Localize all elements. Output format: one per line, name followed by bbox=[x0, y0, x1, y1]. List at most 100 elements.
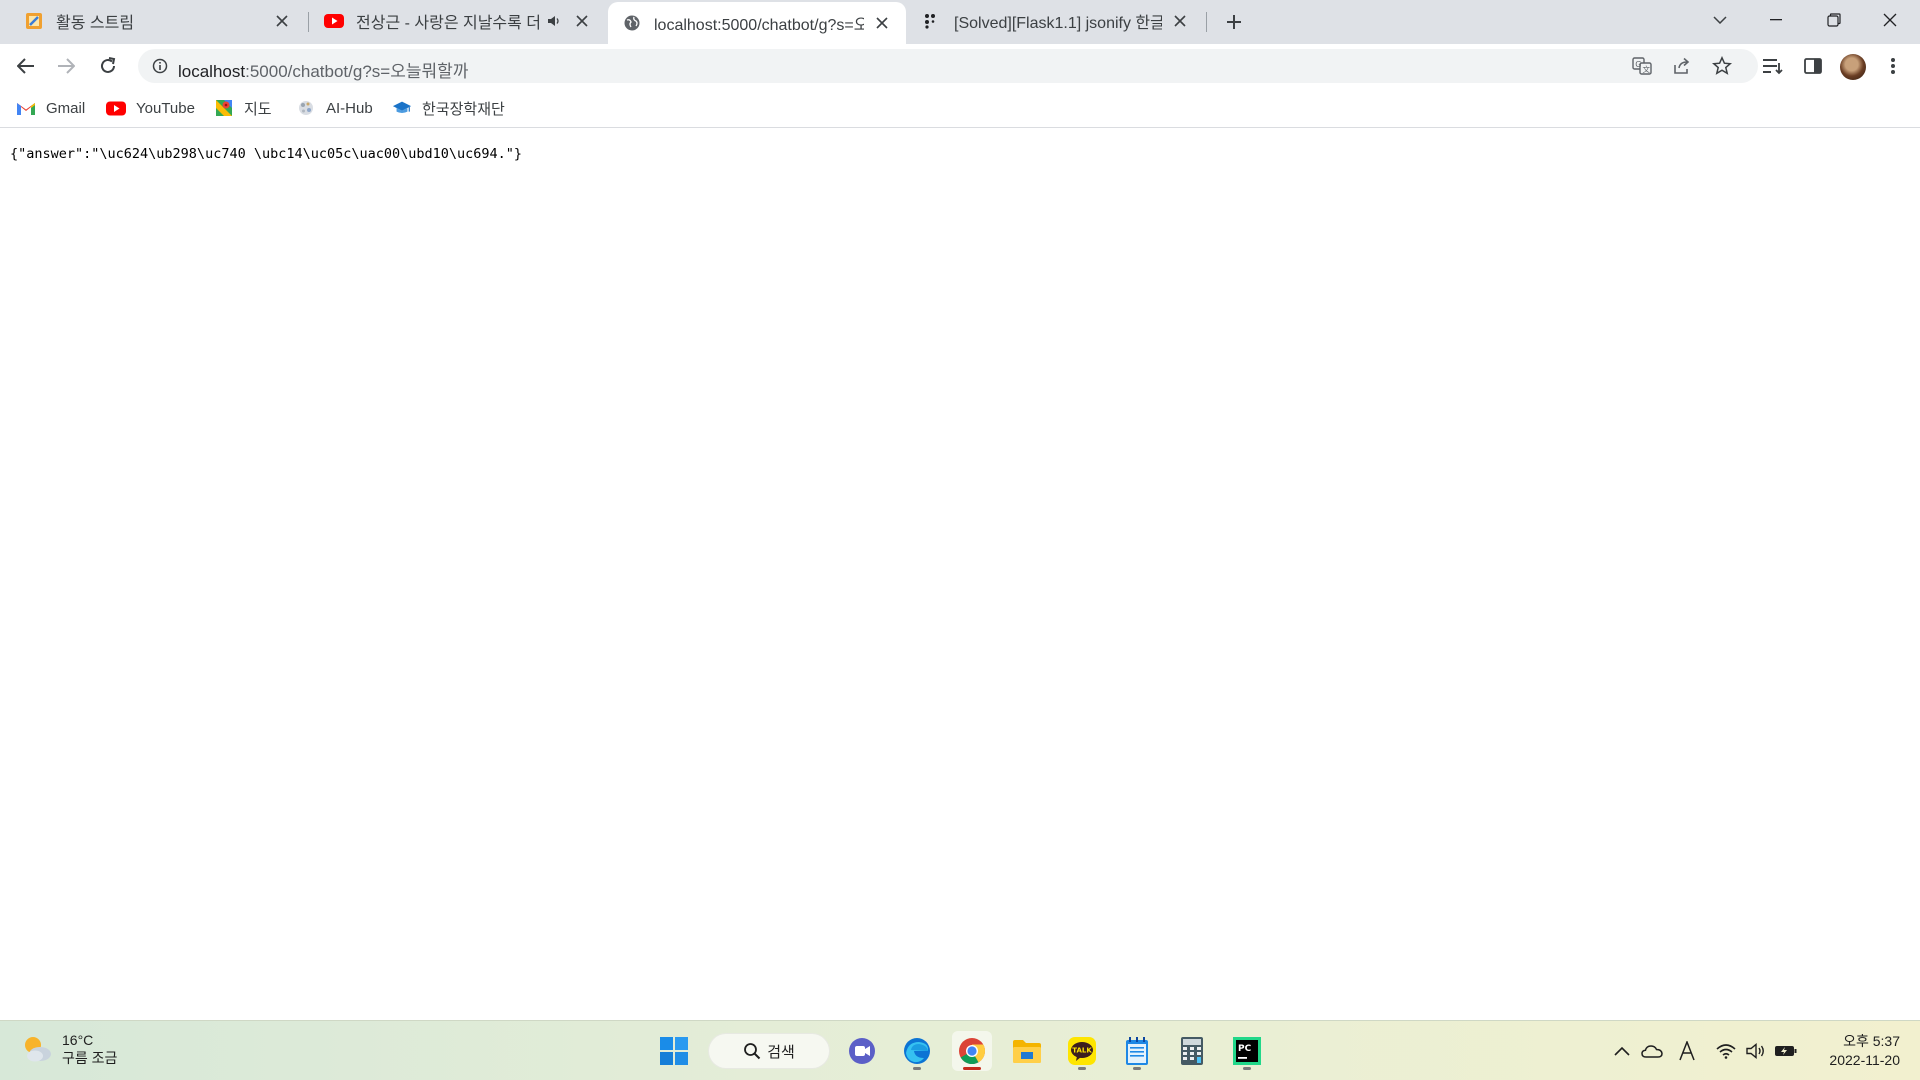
tab-strip: 활동 스트림 전상근 - 사랑은 지날수록 더 localhost:5000/c… bbox=[0, 0, 1920, 44]
svg-text:文: 文 bbox=[1643, 64, 1651, 74]
translate-icon[interactable]: G文 bbox=[1630, 54, 1654, 78]
calculator-app[interactable] bbox=[1172, 1031, 1212, 1071]
svg-text:PC: PC bbox=[1238, 1044, 1252, 1054]
ime-icon[interactable] bbox=[1675, 1039, 1699, 1063]
system-clock[interactable]: 오후 5:37 2022-11-20 bbox=[1800, 1032, 1900, 1070]
address-host: localhost bbox=[178, 62, 246, 81]
volume-icon[interactable] bbox=[1744, 1039, 1768, 1063]
close-icon[interactable] bbox=[872, 13, 892, 33]
pycharm-app[interactable]: PC bbox=[1227, 1031, 1267, 1071]
running-indicator bbox=[1133, 1067, 1141, 1070]
tab-search-button[interactable] bbox=[1692, 0, 1748, 40]
scholarship-icon bbox=[392, 98, 412, 118]
new-tab-button[interactable] bbox=[1220, 8, 1248, 36]
youtube-icon bbox=[106, 98, 126, 118]
notepad-icon bbox=[1126, 1037, 1148, 1065]
start-button[interactable] bbox=[654, 1031, 694, 1071]
taskbar: 16°C 구름 조금 검색 TALK PC 오후 5:37 2022-11-20 bbox=[0, 1020, 1920, 1080]
tab-youtube-song[interactable]: 전상근 - 사랑은 지날수록 더 bbox=[310, 0, 606, 42]
chrome-app[interactable] bbox=[952, 1031, 992, 1071]
restore-button[interactable] bbox=[1806, 0, 1862, 40]
maps-icon bbox=[214, 98, 234, 118]
tab-localhost-chatbot[interactable]: localhost:5000/chatbot/g?s=오늘 bbox=[608, 2, 906, 44]
running-indicator bbox=[913, 1067, 921, 1070]
bookmarks-bar: Gmail YouTube 지도 AI-Hub 한국장학재단 bbox=[0, 88, 1920, 128]
tab-separator bbox=[308, 12, 309, 32]
address-text[interactable]: localhost:5000/chatbot/g?s=오늘뭐할까 bbox=[178, 57, 468, 82]
info-icon[interactable] bbox=[150, 56, 170, 76]
tab-activity-stream[interactable]: 활동 스트림 bbox=[10, 0, 306, 42]
side-panel-icon[interactable] bbox=[1800, 53, 1826, 79]
tab-title: 활동 스트림 bbox=[56, 15, 135, 32]
arrow-right-icon bbox=[58, 58, 75, 74]
dots-favicon bbox=[922, 11, 942, 31]
tab-solved-flask[interactable]: [Solved][Flask1.1] jsonify 한글 인 bbox=[908, 0, 1204, 42]
minimize-button[interactable] bbox=[1748, 0, 1804, 40]
pycharm-icon: PC bbox=[1233, 1037, 1261, 1065]
close-icon[interactable] bbox=[572, 11, 592, 31]
edge-icon bbox=[904, 1038, 930, 1064]
chat-icon bbox=[849, 1038, 875, 1064]
bookmark-label: Gmail bbox=[46, 99, 86, 117]
share-icon[interactable] bbox=[1670, 54, 1694, 78]
teams-chat-app[interactable] bbox=[842, 1031, 882, 1071]
bookmark-label: 한국장학재단 bbox=[422, 100, 505, 118]
folder-icon bbox=[1013, 1040, 1041, 1063]
bookmark-label: AI-Hub bbox=[326, 99, 373, 117]
chevron-down-icon bbox=[1713, 16, 1727, 24]
forward-button[interactable] bbox=[50, 50, 82, 82]
weather-widget[interactable]: 16°C 구름 조금 bbox=[20, 1031, 117, 1067]
close-window-button[interactable] bbox=[1862, 0, 1918, 40]
file-explorer-app[interactable] bbox=[1007, 1031, 1047, 1071]
bookmark-maps[interactable]: 지도 bbox=[214, 96, 272, 120]
partly-cloudy-icon bbox=[20, 1032, 54, 1066]
calculator-icon bbox=[1181, 1037, 1203, 1065]
gmail-icon bbox=[16, 98, 36, 118]
clock-date: 2022-11-20 bbox=[1829, 1052, 1900, 1068]
notepad-favicon bbox=[24, 11, 44, 31]
speaker-icon[interactable] bbox=[544, 11, 564, 31]
kakaotalk-app[interactable]: TALK bbox=[1062, 1031, 1102, 1071]
tab-title: [Solved][Flask1.1] jsonify 한글 인 bbox=[954, 15, 1162, 32]
wifi-icon[interactable] bbox=[1714, 1039, 1738, 1063]
bookmark-gmail[interactable]: Gmail bbox=[16, 96, 85, 120]
toolbar: localhost:5000/chatbot/g?s=오늘뭐할까 G文 bbox=[0, 44, 1920, 88]
active-indicator bbox=[963, 1067, 981, 1070]
close-icon[interactable] bbox=[272, 11, 292, 31]
bookmark-youtube[interactable]: YouTube bbox=[106, 96, 195, 120]
kakaotalk-icon: TALK bbox=[1068, 1037, 1096, 1065]
restore-icon bbox=[1827, 13, 1841, 27]
close-icon[interactable] bbox=[1170, 11, 1190, 31]
notepad-app[interactable] bbox=[1117, 1031, 1157, 1071]
profile-avatar[interactable] bbox=[1840, 54, 1866, 80]
chevron-up-icon[interactable] bbox=[1610, 1039, 1634, 1063]
minimize-icon bbox=[1770, 19, 1782, 21]
more-menu-icon[interactable] bbox=[1880, 53, 1906, 79]
reload-icon bbox=[101, 57, 116, 73]
tab-title: 전상근 - 사랑은 지날수록 더 bbox=[356, 15, 540, 32]
search-icon bbox=[744, 1043, 761, 1060]
youtube-favicon bbox=[324, 11, 344, 31]
tab-separator bbox=[1206, 12, 1207, 32]
running-indicator bbox=[1243, 1067, 1251, 1070]
aihub-icon bbox=[296, 98, 316, 118]
bookmark-scholarship[interactable]: 한국장학재단 bbox=[392, 96, 505, 120]
onedrive-icon[interactable] bbox=[1640, 1039, 1664, 1063]
battery-charging-icon[interactable] bbox=[1774, 1039, 1798, 1063]
reload-button[interactable] bbox=[92, 50, 124, 82]
search-label: 검색 bbox=[767, 1043, 795, 1061]
screen: 활동 스트림 전상근 - 사랑은 지날수록 더 localhost:5000/c… bbox=[0, 0, 1920, 1080]
taskbar-search[interactable]: 검색 bbox=[708, 1033, 830, 1069]
running-indicator bbox=[1078, 1067, 1086, 1070]
tab-title: localhost:5000/chatbot/g?s=오늘 bbox=[654, 17, 864, 34]
bookmark-aihub[interactable]: AI-Hub bbox=[296, 96, 373, 120]
back-button[interactable] bbox=[10, 50, 42, 82]
bookmark-label: 지도 bbox=[244, 100, 272, 118]
star-icon[interactable] bbox=[1710, 54, 1734, 78]
bookmark-label: YouTube bbox=[136, 99, 195, 117]
reading-list-icon[interactable] bbox=[1760, 53, 1786, 79]
json-response-text: {"answer":"\uc624\ub298\uc740 \ubc14\uc0… bbox=[10, 146, 523, 162]
weather-condition: 구름 조금 bbox=[62, 1050, 118, 1066]
address-bar[interactable]: localhost:5000/chatbot/g?s=오늘뭐할까 G文 bbox=[138, 49, 1758, 83]
edge-app[interactable] bbox=[897, 1031, 937, 1071]
